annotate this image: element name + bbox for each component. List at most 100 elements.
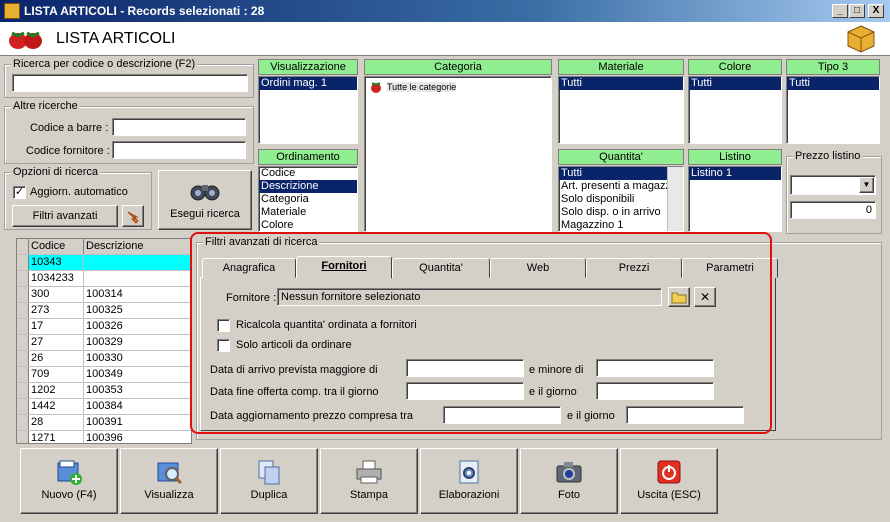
auto-update-checkbox[interactable]: ✓ <box>13 186 26 199</box>
update-from-input[interactable] <box>443 406 561 424</box>
table-row[interactable]: 273 100325 <box>17 303 191 319</box>
pointer-button[interactable] <box>122 205 144 227</box>
row-selector[interactable] <box>17 319 29 334</box>
auto-update-label: Aggiorn. automatico <box>30 186 128 198</box>
quantity-scrollbar[interactable] <box>667 167 683 231</box>
list-item[interactable]: Tutti <box>559 77 683 90</box>
color-list[interactable]: Tutti <box>688 76 782 144</box>
table-row[interactable]: 300 100314 <box>17 287 191 303</box>
duplicate-button-label: Duplica <box>250 489 288 501</box>
barcode-input[interactable] <box>112 118 246 136</box>
search-input[interactable] <box>12 74 248 92</box>
view-button-label: Visualizza <box>144 489 194 501</box>
table-row[interactable]: 10343 <box>17 255 191 271</box>
table-row[interactable]: 26 100330 <box>17 351 191 367</box>
new-button[interactable]: Nuovo (F4) <box>20 448 118 514</box>
row-selector[interactable] <box>17 287 29 302</box>
row-selector[interactable] <box>17 415 29 430</box>
tab-fornitori[interactable]: Fornitori <box>296 256 392 279</box>
execute-search-button[interactable]: Esegui ricerca <box>158 170 252 230</box>
folder-button[interactable] <box>668 287 690 307</box>
row-selector[interactable] <box>17 335 29 350</box>
tab-quantita[interactable]: Quantita' <box>392 258 490 278</box>
row-selector[interactable] <box>17 399 29 414</box>
table-row[interactable]: 27 100329 <box>17 335 191 351</box>
close-button[interactable]: X <box>868 4 884 18</box>
material-list[interactable]: Tutti <box>558 76 684 144</box>
tab-parametri[interactable]: Parametri <box>682 258 778 278</box>
type3-list[interactable]: Tutti <box>786 76 880 144</box>
processing-button[interactable]: Elaborazioni <box>420 448 518 514</box>
table-row[interactable]: 1202 100353 <box>17 383 191 399</box>
strawberry-icon <box>9 31 42 49</box>
row-selector[interactable] <box>17 351 29 366</box>
row-selector[interactable] <box>17 271 29 286</box>
arrival-from-input[interactable] <box>406 359 524 377</box>
cell-code: 17 <box>29 319 84 334</box>
row-selector[interactable] <box>17 303 29 318</box>
list-item[interactable]: Solo disponibili <box>559 193 683 206</box>
window-title-bar[interactable]: LISTA ARTICOLI - Records selezionati : 2… <box>0 0 890 22</box>
minimize-button[interactable]: _ <box>832 4 848 18</box>
offer-from-input[interactable] <box>406 382 524 400</box>
cell-code: 1442 <box>29 399 84 414</box>
box-icon <box>847 25 875 53</box>
table-row[interactable]: 709 100349 <box>17 367 191 383</box>
table-row[interactable]: 1271 100396 <box>17 431 191 443</box>
view-list[interactable]: Ordini mag. 1 <box>258 76 358 144</box>
update-to-input[interactable] <box>626 406 744 424</box>
arrival-to-input[interactable] <box>596 359 714 377</box>
tree-item[interactable]: Tutte le categorie <box>369 80 457 94</box>
to-order-checkbox[interactable] <box>217 339 230 352</box>
maximize-button[interactable]: □ <box>849 4 865 18</box>
view-button[interactable]: Visualizza <box>120 448 218 514</box>
ordering-list[interactable]: Codice Descrizione Categoria Materiale C… <box>258 166 358 232</box>
tab-prezzi[interactable]: Prezzi <box>586 258 682 278</box>
advanced-filters-button[interactable]: Filtri avanzati <box>12 205 118 227</box>
price-input[interactable]: 0 <box>790 201 876 219</box>
list-item[interactable]: Solo disp. o in arrivo <box>559 206 683 219</box>
column-header-description[interactable]: Descrizione <box>84 239 191 254</box>
table-row[interactable]: 1442 100384 <box>17 399 191 415</box>
list-item[interactable]: Art. presenti a magazzi <box>559 180 683 193</box>
chevron-down-icon[interactable]: ▼ <box>859 177 874 193</box>
list-item[interactable]: Tutti <box>787 77 879 90</box>
list-item[interactable]: Categoria <box>259 193 357 206</box>
price-select[interactable]: ▼ <box>790 175 876 195</box>
quantity-list[interactable]: Tutti Art. presenti a magazzi Solo dispo… <box>558 166 684 232</box>
list-item[interactable]: Tutti <box>559 167 683 180</box>
articles-table[interactable]: Codice Descrizione 10343 1034233 300 100314… <box>16 238 192 444</box>
category-tree[interactable]: Tutte le categorie <box>364 76 552 232</box>
row-selector[interactable] <box>17 431 29 443</box>
list-item[interactable]: Magazzino 1 <box>559 219 683 231</box>
row-selector[interactable] <box>17 255 29 270</box>
print-button[interactable]: Stampa <box>320 448 418 514</box>
color-header: Colore <box>688 59 782 75</box>
list-item[interactable]: Codice <box>259 167 357 180</box>
table-row[interactable]: 1034233 <box>17 271 191 287</box>
row-selector[interactable] <box>17 383 29 398</box>
list-item[interactable]: Materiale <box>259 206 357 219</box>
table-row[interactable]: 17 100326 <box>17 319 191 335</box>
supplier-code-input[interactable] <box>112 141 246 159</box>
tab-web[interactable]: Web <box>490 258 586 278</box>
table-row[interactable]: 28 100391 <box>17 415 191 431</box>
cell-description: 100391 <box>86 416 123 428</box>
column-header-code[interactable]: Codice <box>29 239 84 254</box>
clear-supplier-button[interactable]: ✕ <box>694 287 716 307</box>
cell-code: 10343 <box>29 255 84 270</box>
photo-button[interactable]: Foto <box>520 448 618 514</box>
offer-to-input[interactable] <box>596 382 714 400</box>
exit-button[interactable]: Uscita (ESC) <box>620 448 718 514</box>
row-selector[interactable] <box>17 367 29 382</box>
list-item[interactable]: Descrizione <box>259 180 357 193</box>
list-item[interactable]: Listino 1 <box>689 167 781 180</box>
pricelist-list[interactable]: Listino 1 <box>688 166 782 232</box>
list-item[interactable]: Colore <box>259 219 357 231</box>
magnifier-icon <box>157 462 183 485</box>
duplicate-button[interactable]: Duplica <box>220 448 318 514</box>
recalc-checkbox[interactable] <box>217 319 230 332</box>
tab-anagrafica[interactable]: Anagrafica <box>202 258 296 278</box>
list-item[interactable]: Ordini mag. 1 <box>259 77 357 90</box>
list-item[interactable]: Tutti <box>689 77 781 90</box>
